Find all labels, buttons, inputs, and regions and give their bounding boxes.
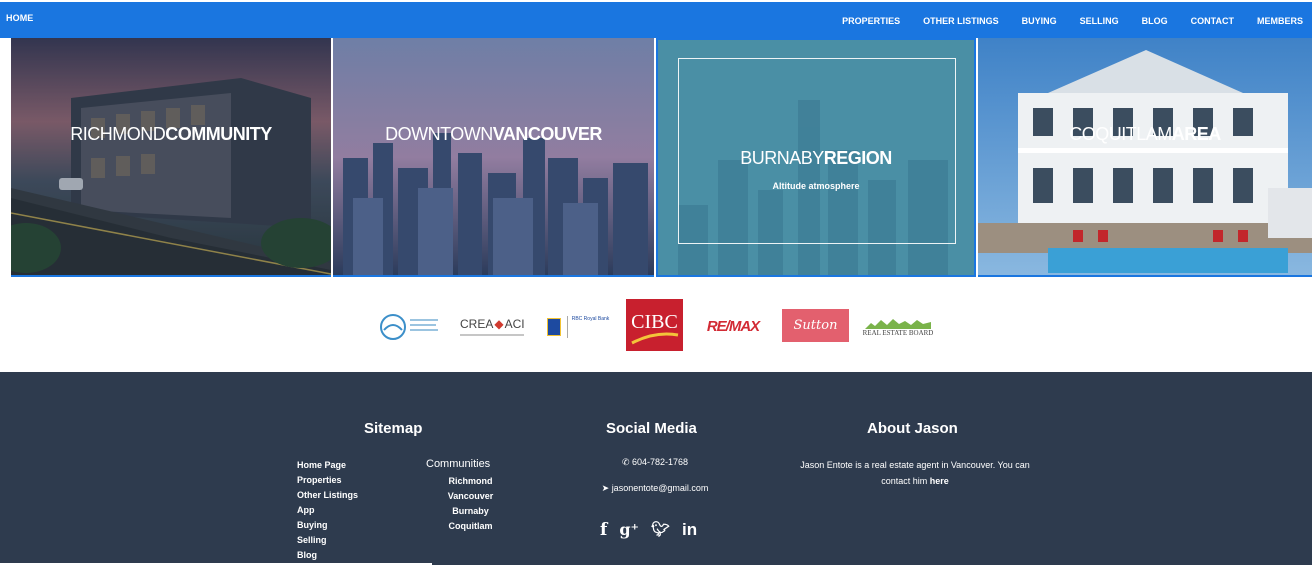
- tile-coquitlam-title: COQUITLAMAREA: [978, 124, 1312, 145]
- community-tiles: RICHMONDCOMMUNITY DOWNTOWNVANCOUVER BURN…: [11, 38, 1312, 277]
- sitemap-other-listings[interactable]: Other Listings: [297, 488, 358, 503]
- crea-aci-logo[interactable]: CREA◆ACI: [460, 299, 528, 354]
- tile-burnaby-subtitle: Altitude atmosphere: [772, 181, 860, 191]
- sitemap-properties[interactable]: Properties: [297, 473, 358, 488]
- nav-properties[interactable]: PROPERTIES: [842, 16, 900, 26]
- crea-subtext-line: [460, 334, 524, 336]
- email-address[interactable]: jasonentote@gmail.com: [612, 483, 709, 493]
- real-estate-board-logo[interactable]: REAL ESTATE BOARD: [862, 299, 934, 354]
- facebook-icon[interactable]: f: [600, 520, 607, 540]
- about-body: Jason Entote is a real estate agent in V…: [800, 460, 1030, 486]
- nav-members[interactable]: MEMBERS: [1257, 16, 1303, 26]
- crea-text: CREA: [460, 317, 494, 331]
- rbc-shield-icon: [546, 317, 561, 336]
- coquitlam-image: [978, 38, 1312, 275]
- footer: Sitemap Home Page Properties Other Listi…: [0, 372, 1312, 565]
- remax-logo[interactable]: RE/MAX: [698, 299, 768, 354]
- community-richmond[interactable]: Richmond: [440, 474, 501, 489]
- bc-real-estate-wordmark: [410, 315, 440, 337]
- nav-buying[interactable]: BUYING: [1022, 16, 1057, 26]
- sitemap-blog[interactable]: Blog: [297, 548, 358, 563]
- tile-richmond-title: RICHMONDCOMMUNITY: [11, 124, 331, 145]
- tile-richmond-title-bold: COMMUNITY: [165, 124, 272, 144]
- tile-burnaby-title-light: BURNABY: [740, 148, 824, 168]
- nav-blog[interactable]: BLOG: [1142, 16, 1168, 26]
- crea-flag-icon: ◆: [494, 317, 504, 331]
- top-nav: HOME PROPERTIES OTHER LISTINGS BUYING SE…: [0, 0, 1312, 38]
- community-burnaby[interactable]: Burnaby: [440, 504, 501, 519]
- tile-burnaby-title: BURNABYREGION: [658, 148, 974, 169]
- nav-links: PROPERTIES OTHER LISTINGS BUYING SELLING…: [819, 16, 1303, 26]
- vancouver-image: [333, 38, 654, 275]
- nav-home[interactable]: HOME: [6, 13, 33, 23]
- about-text: Jason Entote is a real estate agent in V…: [795, 457, 1035, 489]
- sutton-logo[interactable]: Sutton: [782, 309, 849, 342]
- community-vancouver[interactable]: Vancouver: [440, 489, 501, 504]
- tile-coquitlam-title-light: COQUITLAM: [1069, 124, 1172, 144]
- linkedin-icon[interactable]: in: [682, 520, 697, 540]
- sitemap-selling[interactable]: Selling: [297, 533, 358, 548]
- board-skyline-icon: [865, 318, 931, 329]
- bc-real-estate-logo[interactable]: [378, 299, 408, 354]
- cibc-swoosh: [630, 332, 678, 345]
- rbc-name: RBC Royal Bank: [566, 315, 609, 338]
- tile-richmond[interactable]: RICHMONDCOMMUNITY: [11, 38, 331, 277]
- tile-burnaby-region[interactable]: BURNABYREGION Altitude atmosphere: [656, 38, 976, 277]
- sitemap-list: Home Page Properties Other Listings App …: [297, 458, 358, 563]
- tile-vancouver-title: DOWNTOWNVANCOUVER: [333, 124, 654, 145]
- phone-icon: ✆: [621, 457, 630, 467]
- social-media-heading: Social Media: [606, 420, 697, 437]
- sitemap-home-page[interactable]: Home Page: [297, 458, 358, 473]
- paper-plane-icon: ➤: [601, 483, 610, 493]
- nav-other-listings[interactable]: OTHER LISTINGS: [923, 16, 999, 26]
- crea-aci-wordmark: CREA◆ACI: [460, 317, 525, 331]
- nav-contact[interactable]: CONTACT: [1191, 16, 1234, 26]
- phone-line: ✆ 604-782-1768: [590, 457, 720, 468]
- aci-text: ACI: [504, 317, 525, 331]
- cibc-logo[interactable]: CIBC: [626, 299, 683, 351]
- tile-coquitlam-title-bold: AREA: [1171, 124, 1222, 144]
- tile-downtown-vancouver[interactable]: DOWNTOWNVANCOUVER: [333, 38, 654, 277]
- tile-vancouver-title-bold: VANCOUVER: [492, 124, 603, 144]
- tile-richmond-title-light: RICHMOND: [70, 124, 166, 144]
- rbc-logo[interactable]: RBC Royal Bank: [542, 299, 614, 354]
- richmond-image: [11, 38, 331, 275]
- twitter-icon[interactable]: 🐦︎: [651, 520, 670, 540]
- about-contact-link[interactable]: here: [930, 476, 949, 486]
- phone-number[interactable]: 604-782-1768: [632, 457, 688, 467]
- sitemap-app[interactable]: App: [297, 503, 358, 518]
- tile-coquitlam-area[interactable]: COQUITLAMAREA: [978, 38, 1312, 277]
- tile-burnaby-title-bold: REGION: [823, 148, 893, 168]
- board-text: REAL ESTATE BOARD: [862, 328, 934, 337]
- google-plus-icon[interactable]: g⁺: [619, 520, 639, 540]
- tile-vancouver-title-light: DOWNTOWN: [385, 124, 493, 144]
- sitemap-buying[interactable]: Buying: [297, 518, 358, 533]
- sutton-text: Sutton: [793, 318, 838, 333]
- communities-list: Richmond Vancouver Burnaby Coquitlam: [440, 474, 501, 534]
- bc-real-estate-emblem: [380, 313, 406, 340]
- about-heading: About Jason: [867, 420, 958, 437]
- sitemap-heading: Sitemap: [364, 420, 423, 437]
- communities-heading: Communities: [426, 458, 491, 470]
- nav-selling[interactable]: SELLING: [1080, 16, 1119, 26]
- social-icons: f g⁺ 🐦︎ in: [600, 520, 697, 540]
- partner-logos: CREA◆ACI RBC Royal Bank CIBC RE/MAX Sutt…: [0, 279, 1312, 372]
- community-coquitlam[interactable]: Coquitlam: [440, 519, 501, 534]
- email-line: ➤ jasonentote@gmail.com: [590, 483, 720, 494]
- remax-text: RE/MAX: [706, 318, 760, 335]
